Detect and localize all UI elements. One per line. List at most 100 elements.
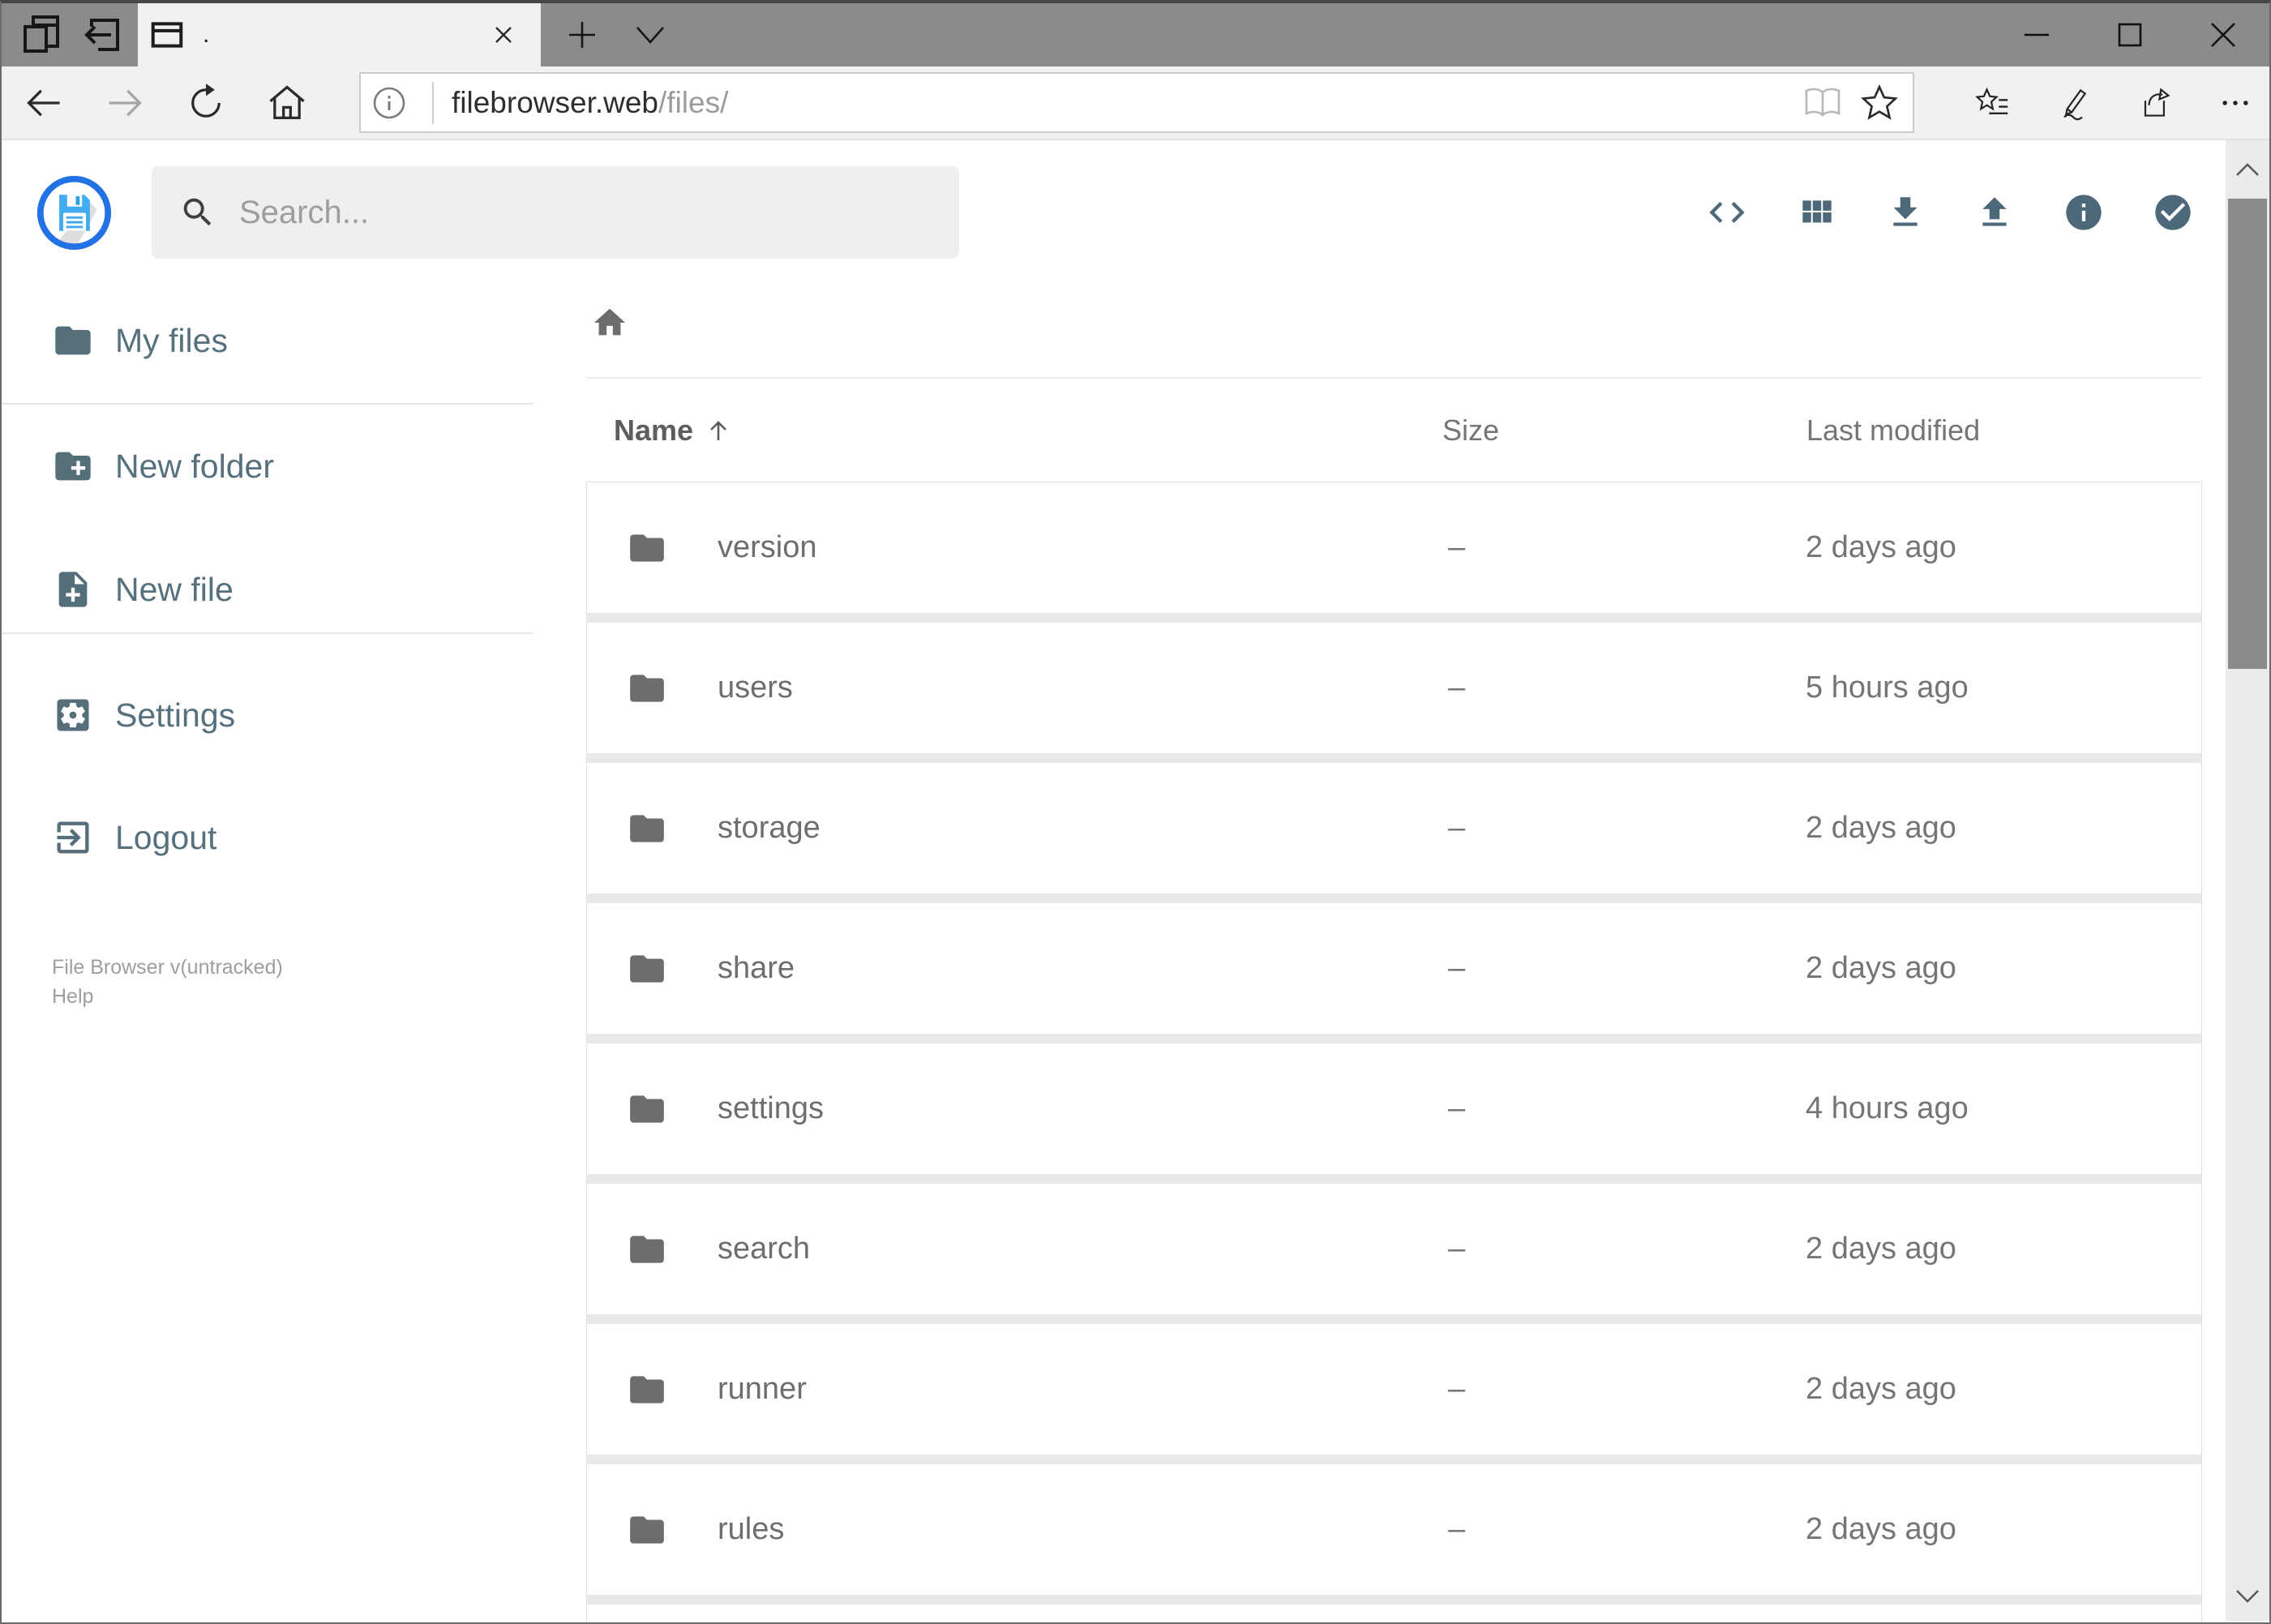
- table-row[interactable]: version – 2 days ago: [587, 482, 2201, 613]
- file-modified: 2 days ago: [1806, 1512, 1956, 1546]
- file-size: –: [1448, 1232, 1466, 1266]
- home-icon: [593, 308, 626, 336]
- forward-button[interactable]: [89, 66, 161, 139]
- file-size: –: [1448, 530, 1466, 564]
- tab-preview-icon: [19, 12, 64, 58]
- file-listing: version – 2 days ago users – 5 hours ago…: [586, 482, 2202, 1622]
- scrollbar-thumb[interactable]: [2228, 199, 2267, 669]
- shell-command-button[interactable]: [1706, 186, 1748, 238]
- file-name: search: [718, 1232, 811, 1266]
- column-header-size[interactable]: Size: [1442, 413, 1806, 448]
- home-outline-icon: [266, 82, 308, 124]
- file-size: –: [1448, 1091, 1466, 1125]
- app-version-text: File Browser v(untracked): [52, 956, 283, 979]
- info-button[interactable]: [2063, 186, 2105, 238]
- set-tabs-aside-icon: [80, 12, 126, 58]
- help-link[interactable]: Help: [52, 982, 569, 1011]
- titlebar: .: [2, 3, 2269, 66]
- scrollbar-down-button[interactable]: [2226, 1572, 2269, 1621]
- sidebar: My files New folder New file Settings Lo…: [2, 285, 569, 1621]
- file-size: –: [1448, 811, 1466, 845]
- page-favicon-icon: [149, 19, 185, 51]
- upload-button[interactable]: [1973, 186, 2016, 238]
- tab-dropdown-button[interactable]: [624, 3, 676, 66]
- table-row[interactable]: search – 2 days ago: [587, 1184, 2201, 1314]
- refresh-button[interactable]: [170, 66, 242, 139]
- forward-arrow-icon: [104, 82, 146, 124]
- address-bar[interactable]: filebrowser.web/files/: [359, 72, 1914, 133]
- table-row[interactable]: runner – 2 days ago: [587, 1324, 2201, 1455]
- info-icon: [2066, 195, 2102, 230]
- app-header: [2, 140, 2269, 285]
- back-button[interactable]: [8, 66, 79, 139]
- table-row[interactable]: settings – 4 hours ago: [587, 1043, 2201, 1174]
- header-actions: [1706, 140, 2194, 285]
- sidebar-item-new-file[interactable]: New file: [2, 549, 569, 630]
- file-modified: 2 days ago: [1806, 1232, 1956, 1266]
- sort-ascending-icon: [710, 420, 726, 440]
- column-header-name[interactable]: Name: [586, 413, 1442, 448]
- add-favorite-button[interactable]: [1851, 75, 1908, 131]
- maximize-button[interactable]: [2083, 3, 2176, 66]
- tab-preview-button[interactable]: [13, 3, 70, 66]
- breadcrumb-home-button[interactable]: [591, 304, 628, 341]
- star-icon: [1861, 84, 1898, 120]
- table-row[interactable]: users – 5 hours ago: [587, 623, 2201, 753]
- browser-tab[interactable]: .: [138, 3, 541, 66]
- sidebar-item-new-folder[interactable]: New folder: [2, 426, 569, 507]
- app-body: My files New folder New file Settings Lo…: [2, 285, 2269, 1622]
- new-tab-button[interactable]: [559, 3, 605, 66]
- settings-more-button[interactable]: [2217, 79, 2253, 127]
- search-box[interactable]: [152, 166, 959, 259]
- chevron-down-icon: [632, 23, 668, 47]
- folder-icon: [630, 674, 664, 702]
- close-button[interactable]: [2176, 3, 2269, 66]
- sidebar-item-logout[interactable]: Logout: [2, 797, 569, 878]
- download-button[interactable]: [1884, 186, 1926, 238]
- browser-window: . filebrowser.web/files/ Search... My fi…: [0, 0, 2271, 1624]
- url-path: /files/: [658, 85, 729, 119]
- file-size: –: [1448, 1512, 1466, 1546]
- annotate-button[interactable]: [2055, 79, 2091, 127]
- sidebar-item-label: New file: [115, 570, 234, 608]
- breadcrumb: [586, 285, 2202, 379]
- filebrowser-logo: [35, 174, 114, 252]
- browser-toolbar: filebrowser.web/files/: [2, 66, 2269, 140]
- table-row[interactable]: storage – 2 days ago: [587, 763, 2201, 893]
- url-host: filebrowser.web: [452, 85, 659, 119]
- grid-view-button[interactable]: [1795, 186, 1837, 238]
- site-info-button[interactable]: [361, 75, 418, 131]
- file-modified: 2 days ago: [1806, 811, 1956, 845]
- search-input[interactable]: [239, 194, 959, 231]
- file-name: version: [718, 530, 817, 564]
- select-multiple-button[interactable]: [2152, 186, 2194, 238]
- column-header-modified[interactable]: Last modified: [1806, 413, 2202, 448]
- more-dots-icon: [2222, 100, 2248, 105]
- scrollbar[interactable]: [2226, 140, 2269, 1621]
- maximize-icon: [2115, 20, 2145, 49]
- minimize-icon: [2022, 20, 2051, 49]
- hub-favorites-button[interactable]: [1974, 79, 2010, 127]
- reading-view-button[interactable]: [1794, 75, 1851, 131]
- table-row[interactable]: share – 2 days ago: [587, 903, 2201, 1034]
- sidebar-item-my-files[interactable]: My files: [2, 300, 569, 381]
- tab-close-button[interactable]: [478, 3, 529, 66]
- folder-icon: [630, 533, 664, 562]
- sidebar-item-settings[interactable]: Settings: [2, 675, 569, 756]
- file-modified: 5 hours ago: [1806, 671, 1969, 705]
- share-button[interactable]: [2136, 79, 2172, 127]
- filebrowser-app: My files New folder New file: [2, 140, 2269, 1622]
- scrollbar-up-button[interactable]: [2226, 140, 2269, 199]
- home-button[interactable]: [251, 66, 323, 139]
- minimize-button[interactable]: [1990, 3, 2083, 66]
- file-size: –: [1448, 951, 1466, 985]
- table-row[interactable]: http – 4 hours ago: [587, 1605, 2201, 1622]
- file-name: runner: [718, 1372, 807, 1406]
- set-tabs-aside-button[interactable]: [75, 3, 131, 66]
- new-folder-icon: [55, 452, 91, 481]
- folder-icon: [630, 1375, 664, 1403]
- table-row[interactable]: rules – 2 days ago: [587, 1464, 2201, 1595]
- search-icon: [183, 198, 212, 226]
- url-text[interactable]: filebrowser.web/files/: [452, 86, 728, 120]
- close-icon: [2208, 19, 2239, 50]
